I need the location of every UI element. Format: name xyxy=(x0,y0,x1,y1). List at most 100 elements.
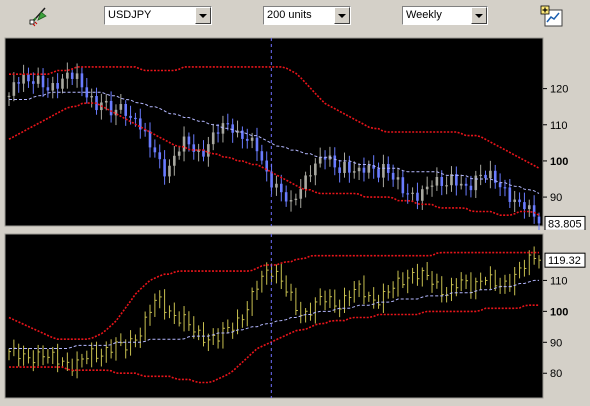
oscillator-chart[interactable]: 80 90 100 110 119.32 xyxy=(0,230,590,403)
candle-body xyxy=(32,81,35,84)
candle-body xyxy=(66,72,69,79)
toolbar: USDJPY 200 units Weekly xyxy=(0,0,590,33)
candle-body xyxy=(304,175,307,190)
candle-body xyxy=(148,131,152,148)
candle-body xyxy=(211,132,215,145)
candle-body xyxy=(173,155,176,166)
oscillator-panel: 80 90 100 110 119.32 xyxy=(0,230,590,403)
symbol-dropdown-button[interactable] xyxy=(195,7,211,24)
candle-body xyxy=(231,124,234,133)
candle-body xyxy=(377,168,380,178)
candle-body xyxy=(469,185,473,191)
candle-body xyxy=(134,117,137,120)
candle-body xyxy=(498,182,502,188)
candle-body xyxy=(207,144,210,157)
candle-body xyxy=(255,137,259,152)
candle-body xyxy=(532,205,536,217)
last-value-label: 119.32 xyxy=(548,255,581,267)
candle-body xyxy=(182,136,186,152)
candle-body xyxy=(425,186,429,190)
symbol-select[interactable]: USDJPY xyxy=(104,6,212,25)
candle-body xyxy=(27,74,30,82)
candle-body xyxy=(489,170,492,179)
candle-body xyxy=(80,73,84,88)
period-select[interactable]: Weekly xyxy=(402,6,488,25)
candle-body xyxy=(177,151,181,156)
y-tick-label: 100 xyxy=(550,156,568,168)
candle-body xyxy=(479,174,482,177)
y-tick-label: 110 xyxy=(550,275,568,287)
candle-body xyxy=(508,187,512,202)
price-panel: 90 100 110 120 83.805 xyxy=(0,33,590,234)
candle-body xyxy=(464,183,468,186)
candle-body xyxy=(275,183,278,188)
candle-body xyxy=(513,199,516,202)
candle-body xyxy=(299,189,303,199)
candle-body xyxy=(104,100,108,103)
candle-body xyxy=(411,192,414,194)
units-select[interactable]: 200 units xyxy=(263,6,351,25)
candle-body xyxy=(284,192,288,202)
y-tick-label: 90 xyxy=(550,192,562,204)
candle-body xyxy=(75,73,79,79)
candle-body xyxy=(294,198,298,201)
drawing-tools-icon[interactable] xyxy=(26,4,50,28)
candle-body xyxy=(421,189,424,201)
candle-body xyxy=(36,75,40,84)
candle-body xyxy=(90,96,93,98)
candle-body xyxy=(17,82,21,84)
y-tick-label: 100 xyxy=(550,306,568,318)
candle-body xyxy=(440,176,444,186)
candle-body xyxy=(12,82,16,96)
y-tick-label: 120 xyxy=(550,84,568,96)
candle-body xyxy=(46,87,50,91)
candle-body xyxy=(289,200,293,202)
candle-body xyxy=(216,132,220,134)
candle-body xyxy=(382,163,385,178)
candle-body xyxy=(250,137,254,141)
candle-body xyxy=(314,163,317,176)
chevron-down-icon xyxy=(199,14,207,18)
candle-body xyxy=(226,123,230,125)
candle-body xyxy=(445,185,448,187)
candle-body xyxy=(168,165,171,177)
candle-body xyxy=(51,83,55,91)
last-value-label: 83.805 xyxy=(548,218,582,230)
candle-body xyxy=(357,167,361,172)
candle-body xyxy=(309,175,312,177)
candle-body xyxy=(187,136,191,145)
candle-body xyxy=(518,199,521,203)
candle-body xyxy=(70,72,74,79)
candle-body xyxy=(109,100,113,116)
units-dropdown-button[interactable] xyxy=(334,7,350,24)
candle-body xyxy=(352,171,356,173)
candle-body xyxy=(22,74,25,84)
candle-body xyxy=(163,159,166,177)
candle-body xyxy=(406,193,410,195)
chart-settings-icon[interactable] xyxy=(540,5,564,29)
period-value: Weekly xyxy=(406,9,442,21)
chevron-down-icon xyxy=(475,14,483,18)
candle-body xyxy=(7,95,11,98)
symbol-value: USDJPY xyxy=(108,9,152,21)
candle-body xyxy=(362,167,366,173)
candle-body xyxy=(61,78,64,89)
units-value: 200 units xyxy=(267,9,312,21)
candle-body xyxy=(391,172,395,180)
candle-body xyxy=(416,192,419,201)
candle-body xyxy=(367,165,371,173)
candle-body xyxy=(523,202,526,210)
chevron-down-icon xyxy=(338,14,346,18)
candle-body xyxy=(245,138,249,141)
y-tick-label: 90 xyxy=(550,337,562,349)
period-dropdown-button[interactable] xyxy=(471,7,487,24)
candle-body xyxy=(338,167,341,173)
candle-body xyxy=(129,115,132,118)
plot-area xyxy=(4,233,544,399)
price-chart[interactable]: 90 100 110 120 83.805 xyxy=(0,33,590,234)
candle-body xyxy=(435,176,439,186)
candle-body xyxy=(119,104,123,110)
candle-body xyxy=(474,175,478,191)
candle-body xyxy=(537,216,541,224)
candle-body xyxy=(484,174,487,179)
